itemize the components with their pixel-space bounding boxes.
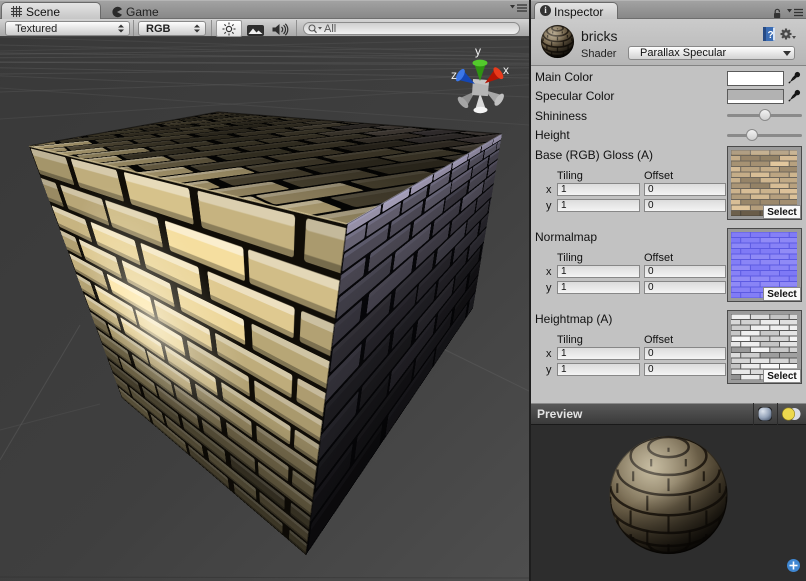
svg-text:y: y — [475, 44, 481, 58]
svg-text:?: ? — [767, 30, 773, 41]
svg-text:x: x — [503, 63, 509, 77]
svg-text:z: z — [451, 68, 457, 82]
